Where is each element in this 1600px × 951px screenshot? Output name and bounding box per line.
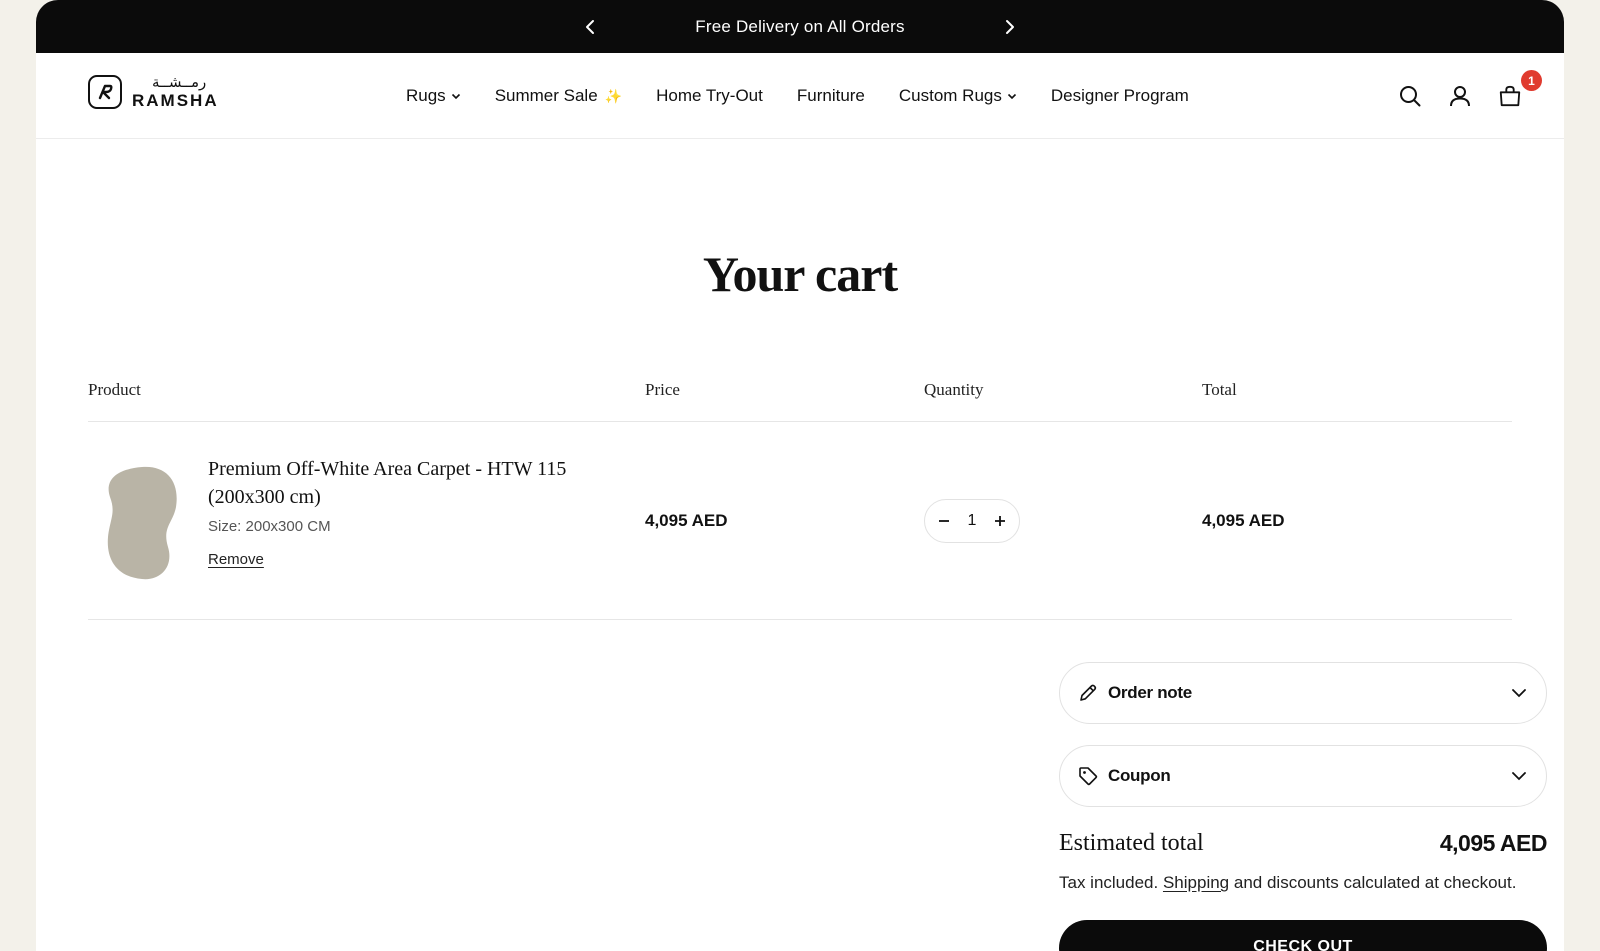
plus-icon	[995, 516, 1005, 526]
chevron-down-icon	[1512, 772, 1526, 781]
column-header-quantity: Quantity	[924, 380, 984, 399]
cart-item-row: Premium Off-White Area Carpet - HTW 115 …	[88, 423, 1512, 620]
chevron-down-icon	[1512, 689, 1526, 698]
estimated-total-value: 4,095 AED	[1439, 830, 1548, 856]
sparkle-icon: ✨	[604, 87, 623, 104]
nav-item-summer-sale[interactable]: Summer Sale ✨	[495, 86, 622, 106]
announcement-next-button[interactable]	[998, 15, 1022, 39]
chevron-left-icon	[586, 19, 594, 34]
chevron-right-icon	[1006, 19, 1014, 34]
logo-arabic-text: رمــشــة	[152, 73, 207, 91]
browser-page: Free Delivery on All Orders رمــشــة RAM…	[36, 0, 1564, 951]
announcement-text: Free Delivery on All Orders	[695, 16, 905, 36]
checkout-button[interactable]: CHECK OUT	[1059, 920, 1547, 951]
cart-button[interactable]: 1	[1498, 70, 1542, 108]
cart-table-header: Product Price Quantity Total	[88, 380, 1512, 422]
remove-item-link[interactable]: Remove	[208, 551, 264, 568]
account-button[interactable]	[1448, 84, 1472, 108]
nav-item-custom-rugs[interactable]: Custom Rugs	[899, 86, 1017, 106]
estimated-total-label: Estimated total	[1059, 830, 1204, 856]
cart-count-badge: 1	[1521, 70, 1542, 91]
decrease-quantity-button[interactable]	[935, 512, 953, 530]
order-note-label: Order note	[1108, 683, 1192, 702]
cart-icon	[1499, 85, 1521, 107]
quantity-stepper: 1	[924, 499, 1020, 543]
order-note-toggle[interactable]: Order note	[1059, 662, 1547, 724]
chevron-down-icon	[1007, 93, 1016, 100]
item-total: 4,095 AED	[1202, 511, 1285, 530]
nav-item-furniture[interactable]: Furniture	[797, 86, 865, 106]
header-actions: 1	[1398, 53, 1542, 139]
nav-item-label: Home Try-Out	[656, 86, 763, 105]
column-header-total: Total	[1202, 380, 1237, 399]
tax-note-text: Tax included.	[1059, 873, 1159, 892]
site-header: رمــشــة RAMSHA Rugs Summer Sale ✨ Home …	[36, 53, 1564, 139]
nav-item-rugs[interactable]: Rugs	[406, 86, 461, 106]
increase-quantity-button[interactable]	[991, 512, 1009, 530]
search-icon	[1400, 86, 1421, 107]
chevron-down-icon	[451, 93, 460, 100]
shipping-link[interactable]: Shipping	[1163, 873, 1229, 892]
product-thumbnail[interactable]	[104, 463, 180, 581]
tax-note-text-end: and discounts calculated at checkout.	[1233, 873, 1517, 892]
minus-icon	[939, 520, 949, 522]
announcement-prev-button[interactable]	[578, 15, 602, 39]
nav-item-label: Designer Program	[1050, 86, 1189, 105]
product-title-link[interactable]: Premium Off-White Area Carpet - HTW 115 …	[208, 455, 608, 511]
logo-latin-text: RAMSHA	[132, 91, 219, 110]
tax-note: Tax included. Shipping and discounts cal…	[1059, 873, 1516, 893]
checkout-button-label: CHECK OUT	[1253, 938, 1353, 951]
quantity-input[interactable]: 1	[968, 512, 977, 530]
nav-item-home-try-out[interactable]: Home Try-Out	[656, 86, 763, 106]
tag-icon	[1079, 767, 1098, 786]
brand-logo[interactable]: رمــشــة RAMSHA	[88, 75, 219, 109]
announcement-bar: Free Delivery on All Orders	[36, 0, 1564, 53]
item-price: 4,095 AED	[645, 511, 728, 530]
account-icon	[1450, 86, 1470, 107]
column-header-price: Price	[645, 380, 680, 399]
product-variant: Size: 200x300 CM	[208, 518, 331, 535]
column-header-product: Product	[88, 380, 141, 399]
nav-item-label: Furniture	[796, 86, 865, 105]
nav-item-label: Custom Rugs	[898, 86, 1002, 105]
pencil-icon	[1080, 684, 1097, 701]
logo-mark-icon	[88, 75, 122, 109]
main-nav: Rugs Summer Sale ✨ Home Try-Out Furnitur…	[406, 53, 1189, 139]
coupon-label: Coupon	[1108, 766, 1171, 785]
nav-item-designer-program[interactable]: Designer Program	[1051, 86, 1189, 106]
nav-item-label: Rugs	[406, 86, 446, 105]
nav-item-label: Summer Sale	[494, 86, 598, 105]
search-button[interactable]	[1398, 84, 1422, 108]
page-title: Your cart	[702, 246, 898, 302]
coupon-toggle[interactable]: Coupon	[1059, 745, 1547, 807]
